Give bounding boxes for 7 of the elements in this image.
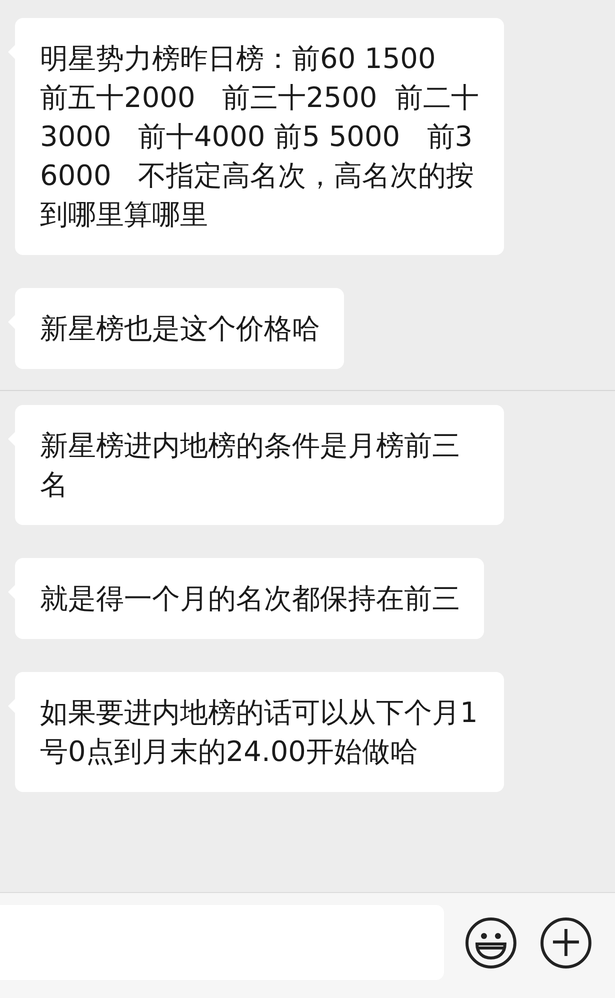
message-text: 新星榜进内地榜的条件是月榜前三名: [40, 428, 461, 503]
message-text: 明星势力榜昨日榜：前60 1500 前五十2000 前三十2500 前二十3000 前十4000 前5 5000 前3 6000 不指定高名次，高名次的按到哪里算哪里: [40, 41, 480, 233]
message-text: 新星榜也是这个价格哈: [40, 311, 320, 347]
emoji-icon[interactable]: [465, 916, 518, 968]
message-text: 就是得一个月的名次都保持在前三: [40, 581, 460, 617]
add-icon[interactable]: [540, 916, 592, 968]
message-text: 如果要进内地榜的话可以从下个月1号0点到月末的24.00开始做哈: [40, 695, 479, 770]
